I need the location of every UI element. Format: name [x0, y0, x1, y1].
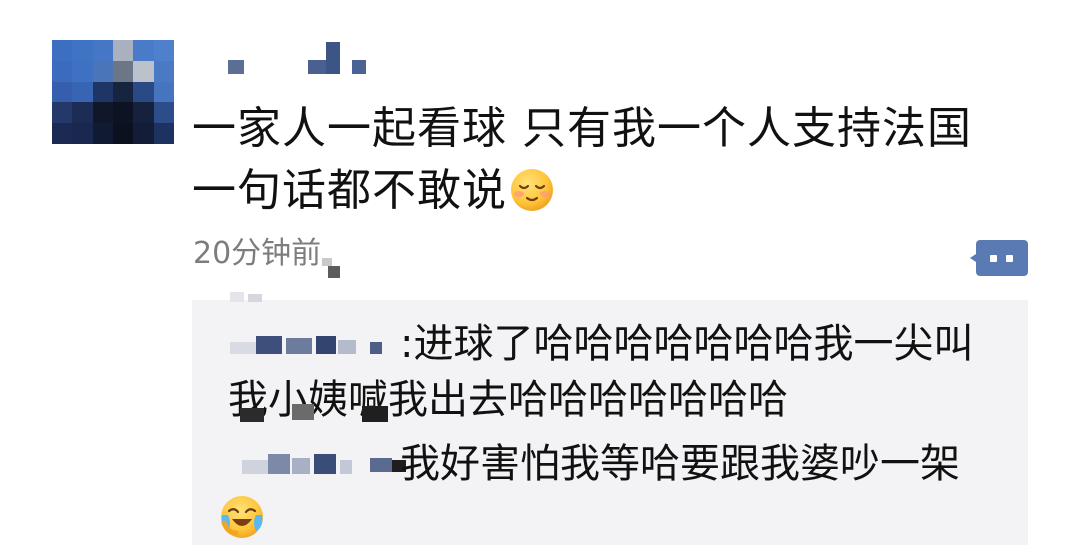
text-mosaic [230, 292, 270, 304]
comments-section: :进球了哈哈哈哈哈哈哈我一尖叫 我小姨喊我出去哈哈哈哈哈哈哈 我好害怕我等哈要跟… [192, 300, 1028, 545]
comment-more-icon [970, 240, 1028, 276]
comment-1-separator: : [400, 321, 414, 367]
post-text-line2: 一句话都不敢说 [192, 165, 507, 216]
crying-laughing-emoji-icon [221, 496, 263, 538]
post-text-line1: 一家人一起看球 只有我一个人支持法国 [192, 103, 972, 154]
comment-more-button[interactable] [970, 238, 1028, 278]
post-time: 20分钟前 [193, 236, 322, 271]
post-text: 一家人一起看球 只有我一个人支持法国 一句话都不敢说 [192, 98, 1052, 222]
comment-2-text-line1: 我好害怕我等哈要跟我婆吵一架 [400, 441, 960, 487]
nickname-mosaic[interactable] [222, 42, 372, 78]
time-mosaic [322, 258, 350, 280]
moments-post: 一家人一起看球 只有我一个人支持法国 一句话都不敢说 20分钟前:进球了哈哈哈… [0, 0, 1080, 550]
text-mosaic [232, 400, 412, 440]
avatar[interactable] [52, 40, 174, 144]
pensive-smile-emoji-icon [511, 169, 553, 211]
comment-2: 我好害怕我等哈要跟我婆吵一架 [192, 436, 1028, 548]
comment-1-text-line1: 进球了哈哈哈哈哈哈哈我一尖叫 [413, 321, 974, 367]
